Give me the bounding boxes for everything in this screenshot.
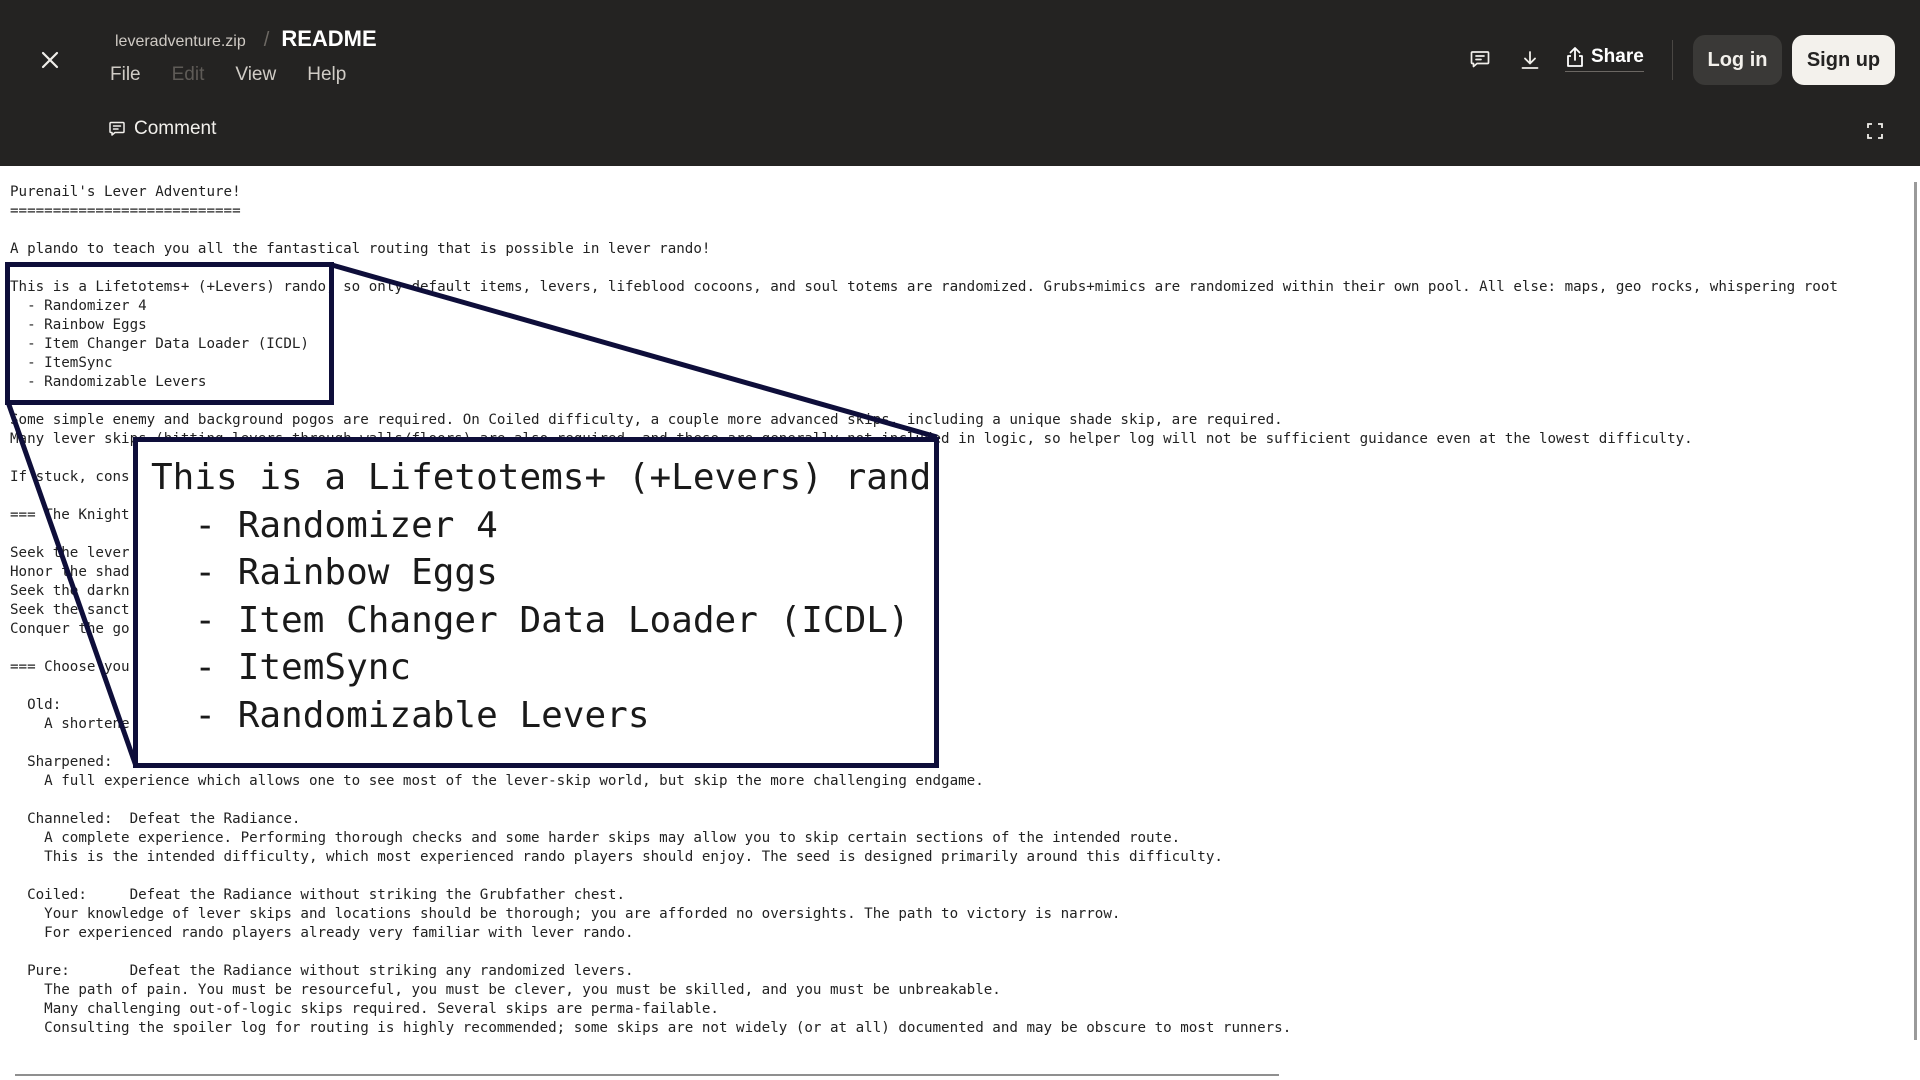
comment-icon [109, 121, 125, 136]
app-header: leveradventure.zip / README File Edit Vi… [0, 0, 1920, 166]
comment-icon [1470, 51, 1490, 68]
document-line [10, 221, 1838, 240]
zoom-callout-box: This is a Lifetotems+ (+Levers) rand - R… [133, 437, 939, 768]
login-button[interactable]: Log in [1693, 35, 1782, 85]
zoom-callout-line: - Rainbow Eggs [151, 552, 498, 593]
menu-help[interactable]: Help [307, 64, 364, 86]
document-line: The path of pain. You must be resourcefu… [10, 982, 1001, 998]
zoom-source-highlight [5, 262, 334, 405]
comment-button-label: Comment [134, 118, 217, 139]
horizontal-scrollbar[interactable] [15, 1074, 1279, 1076]
signup-button[interactable]: Sign up [1792, 35, 1895, 85]
document-line [10, 943, 1838, 962]
breadcrumb-separator: / [263, 29, 270, 51]
header-divider [1672, 40, 1673, 80]
comment-button[interactable]: Comment [108, 118, 216, 140]
document-line: For experienced rando players already ve… [10, 925, 634, 941]
share-button-label: Share [1591, 46, 1644, 67]
menu-edit: Edit [171, 64, 205, 85]
document-line [10, 867, 1838, 886]
document-line: Pure: Defeat the Radiance without striki… [10, 963, 634, 979]
document-line [10, 791, 1838, 810]
fullscreen-icon [1867, 123, 1883, 139]
download-button[interactable] [1518, 48, 1542, 72]
fullscreen-button[interactable] [1866, 122, 1884, 140]
close-button[interactable] [36, 46, 64, 74]
menu-bar: File Edit View Help [110, 64, 377, 86]
vertical-scrollbar[interactable] [1914, 182, 1917, 1040]
zoom-callout-line: - ItemSync [151, 647, 412, 688]
file-title: README [281, 26, 377, 51]
document-line: A plando to teach you all the fantastica… [10, 241, 711, 257]
document-line: A complete experience. Performing thorou… [10, 830, 1181, 846]
breadcrumb: leveradventure.zip / README [115, 26, 377, 52]
document-line: Some simple enemy and background pogos a… [10, 412, 1283, 428]
menu-file[interactable]: File [110, 64, 159, 86]
document-line: Many challenging out-of-logic skips requ… [10, 1001, 719, 1017]
close-icon [41, 51, 59, 69]
document-line: Consulting the spoiler log for routing i… [10, 1020, 1292, 1036]
document-line: Purenail's Lever Adventure! [10, 184, 241, 200]
share-button[interactable]: Share [1565, 46, 1644, 72]
zoom-callout-line: - Randomizer 4 [151, 504, 498, 546]
document-line: This is the intended difficulty, which m… [10, 849, 1223, 865]
breadcrumb-archive[interactable]: leveradventure.zip [115, 33, 246, 51]
zoom-callout-line: - Randomizable Levers [151, 694, 650, 736]
share-icon [1567, 47, 1583, 67]
zoom-callout-text: This is a Lifetotems+ (+Levers) rand - R… [151, 454, 931, 739]
document-line: =========================== [10, 203, 241, 219]
document-line: Channeled: Defeat the Radiance. [10, 811, 301, 827]
document-line: Your knowledge of lever skips and locati… [10, 906, 1121, 922]
zoom-callout-line: - Item Changer Data Loader (ICDL) [151, 599, 910, 641]
document-line: A full experience which allows one to se… [10, 773, 984, 789]
download-icon [1521, 51, 1539, 69]
menu-view[interactable]: View [235, 64, 294, 86]
zoom-callout-line: This is a Lifetotems+ (+Levers) rand [151, 457, 932, 498]
comments-button[interactable] [1468, 48, 1492, 72]
document-line: Coiled: Defeat the Radiance without stri… [10, 887, 625, 903]
